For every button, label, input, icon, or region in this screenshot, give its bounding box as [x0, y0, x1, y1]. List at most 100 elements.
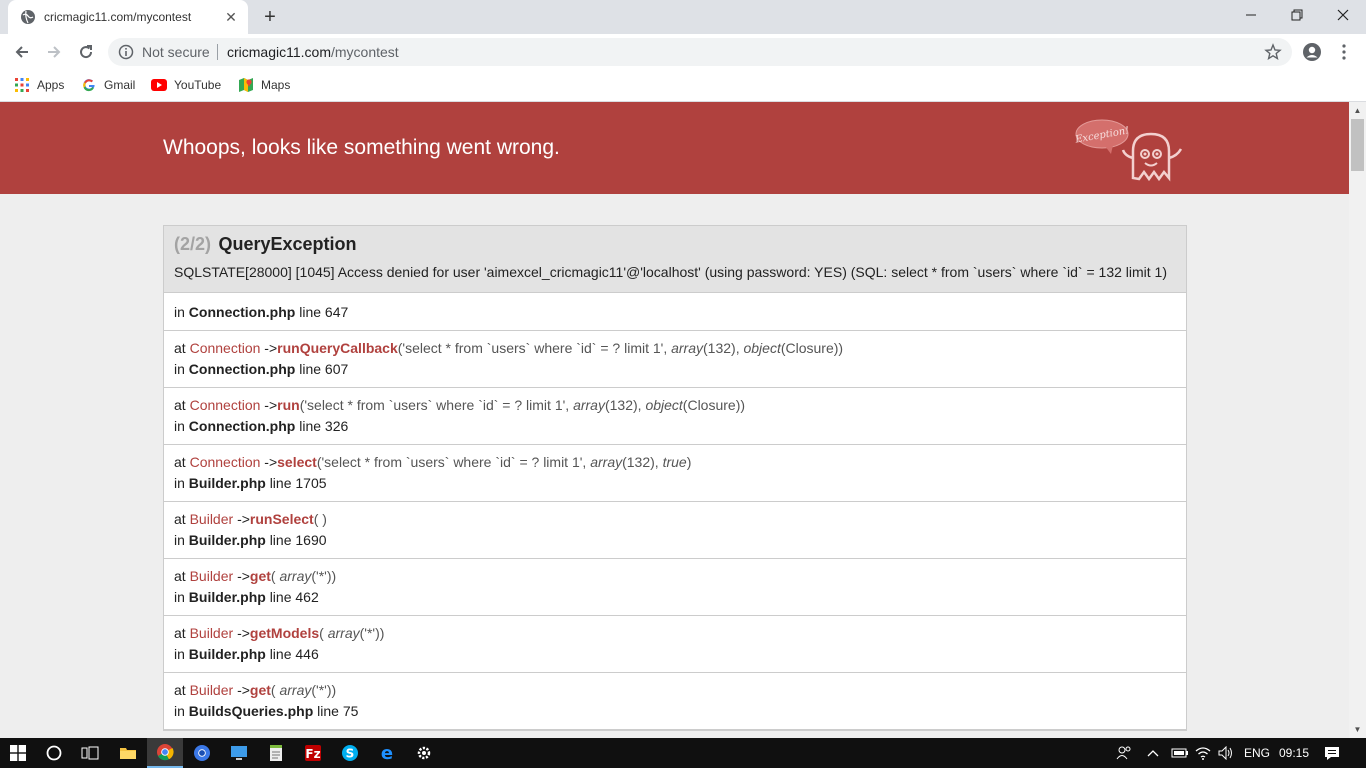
wifi-icon[interactable]	[1195, 738, 1211, 768]
trace-object-val: )	[686, 454, 692, 470]
menu-dots-icon[interactable]	[1330, 38, 1358, 66]
trace-function: get	[249, 682, 271, 698]
back-icon[interactable]	[8, 38, 36, 66]
reload-icon[interactable]	[72, 38, 100, 66]
notepad-icon[interactable]	[258, 738, 294, 768]
bookmark-star-icon[interactable]	[1264, 43, 1282, 61]
volume-icon[interactable]	[1218, 738, 1234, 768]
trace-array-val: ('*'))	[359, 625, 385, 641]
trace-class: Builder	[189, 625, 234, 641]
close-window-icon[interactable]	[1320, 0, 1366, 30]
profile-icon[interactable]	[1298, 38, 1326, 66]
trace-class: Builder	[189, 568, 234, 584]
filezilla-icon[interactable]: Fz	[295, 738, 331, 768]
browser-toolbar: Not secure cricmagic11.com/mycontest	[0, 34, 1366, 70]
trace-frame: at Builder ->getModels( array('*')) in Bu…	[164, 616, 1186, 673]
skype-icon[interactable]: S	[332, 738, 368, 768]
svg-text:e: e	[381, 744, 393, 762]
settings-gear-icon[interactable]	[406, 738, 442, 768]
trace-function: select	[277, 454, 317, 470]
trace-frame: at Connection ->run('select * from `user…	[164, 388, 1186, 445]
trace-location-line: in BuildsQueries.php line 75	[174, 703, 1176, 719]
in-label: in	[174, 475, 185, 491]
trace-call-line: at Builder ->get( array('*'))	[174, 568, 1176, 584]
trace-function: run	[277, 397, 300, 413]
trace-array-kw: array	[573, 397, 605, 413]
trace-function: getModels	[249, 625, 320, 641]
windows-start-icon[interactable]	[0, 738, 36, 768]
action-center-icon[interactable]	[1324, 738, 1340, 768]
trace-line: line 326	[299, 418, 349, 434]
trace-line: line 1690	[269, 532, 327, 548]
browser-tab[interactable]: cricmagic11.com/mycontest ✕	[8, 0, 248, 34]
trace-call-line: at Builder ->getModels( array('*'))	[174, 625, 1176, 641]
exception-header: Whoops, looks like something went wrong.…	[0, 102, 1349, 194]
tab-strip: cricmagic11.com/mycontest ✕ +	[0, 0, 1366, 34]
trace-file: Builder.php	[188, 589, 266, 605]
in-label: in	[174, 361, 185, 377]
search-icon[interactable]	[36, 738, 72, 768]
in-label: in	[174, 532, 185, 548]
bookmark-label: Apps	[37, 78, 65, 92]
close-tab-icon[interactable]: ✕	[220, 6, 242, 28]
bookmark-label: Maps	[261, 78, 291, 92]
security-label[interactable]: Not secure	[142, 44, 210, 60]
file-explorer-icon[interactable]	[110, 738, 146, 768]
trace-location-line: in Builder.php line 462	[174, 589, 1176, 605]
url-text[interactable]: cricmagic11.com/mycontest	[227, 44, 399, 60]
trace-class: Connection	[189, 454, 261, 470]
exception-panel: (2/2) QueryException SQLSTATE[28000] [10…	[163, 225, 1187, 731]
youtube-icon	[151, 77, 167, 93]
svg-text:Fz: Fz	[305, 747, 320, 761]
vertical-scrollbar[interactable]: ▲ ▼	[1349, 102, 1366, 738]
in-label: in	[174, 703, 185, 719]
trace-call-line: at Builder ->get( array('*'))	[174, 682, 1176, 698]
forward-icon[interactable]	[40, 38, 68, 66]
trace-arrow: ->	[264, 397, 278, 413]
info-icon[interactable]	[118, 44, 134, 60]
language-indicator[interactable]: ENG	[1244, 738, 1270, 768]
address-bar[interactable]: Not secure cricmagic11.com/mycontest	[108, 38, 1292, 66]
trace-frame: at Builder ->runSelect( ) in Builder.php …	[164, 502, 1186, 559]
at-label: at	[174, 568, 186, 584]
edge-icon[interactable]: e	[369, 738, 405, 768]
bookmark-gmail[interactable]: Gmail	[81, 76, 135, 94]
chrome-icon[interactable]	[147, 738, 183, 768]
battery-icon[interactable]	[1171, 738, 1189, 768]
chevron-up-icon[interactable]	[1147, 738, 1159, 768]
trace-class: Builder	[189, 682, 234, 698]
bookmark-maps[interactable]: Maps	[238, 76, 290, 94]
remote-desktop-icon[interactable]	[221, 738, 257, 768]
trace-file: Builder.php	[188, 532, 266, 548]
trace-file: Connection.php	[188, 361, 296, 377]
bookmark-youtube[interactable]: YouTube	[151, 76, 221, 94]
trace-array-val: (132),	[604, 397, 646, 413]
exception-class: QueryException	[218, 234, 357, 254]
trace-frame-list: at Connection ->runQueryCallback('select…	[164, 331, 1186, 730]
trace-line: line 607	[299, 361, 349, 377]
trace-call-line: at Builder ->runSelect( )	[174, 511, 1176, 527]
scroll-down-icon[interactable]: ▼	[1349, 721, 1366, 738]
bookmark-apps[interactable]: Apps	[14, 76, 64, 94]
trace-location-line: in Builder.php line 1705	[174, 475, 1176, 491]
trace-object-kw: object	[743, 340, 781, 356]
scroll-up-icon[interactable]: ▲	[1349, 102, 1366, 119]
trace-args: (	[319, 625, 328, 641]
tab-title: cricmagic11.com/mycontest	[44, 10, 192, 24]
trace-array-kw: array	[671, 340, 704, 356]
people-icon[interactable]	[1116, 738, 1132, 768]
trace-frame: at Connection ->select('select * from `u…	[164, 445, 1186, 502]
trace-object-val: (Closure))	[780, 340, 844, 356]
minimize-icon[interactable]	[1228, 0, 1274, 30]
task-view-icon[interactable]	[72, 738, 108, 768]
restore-icon[interactable]	[1274, 0, 1320, 30]
trace-args: ( )	[313, 511, 327, 527]
at-label: at	[174, 682, 186, 698]
exception-counter: (2/2)	[174, 234, 212, 254]
scroll-thumb[interactable]	[1351, 119, 1364, 171]
new-tab-button[interactable]: +	[258, 5, 282, 29]
trace-location-line: in Connection.php line 326	[174, 418, 1176, 434]
clock[interactable]: 09:15	[1279, 738, 1309, 768]
trace-array-val: (132),	[622, 454, 663, 470]
chrome-canary-icon[interactable]	[184, 738, 220, 768]
